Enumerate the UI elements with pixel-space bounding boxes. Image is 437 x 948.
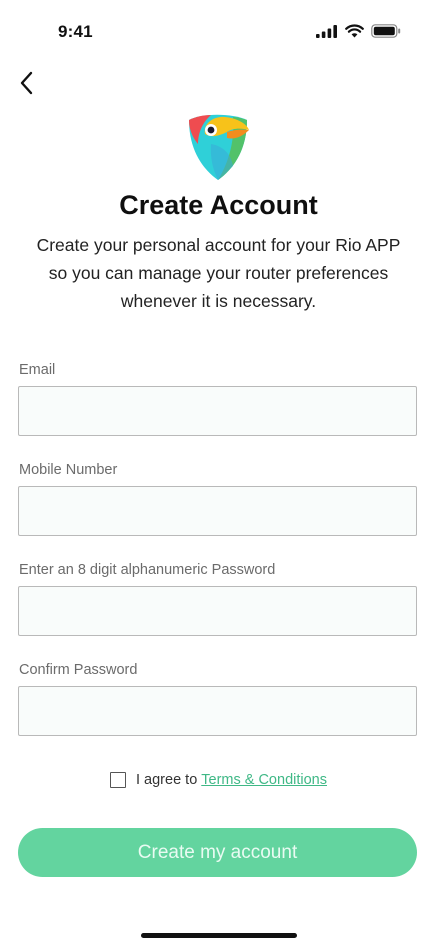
wifi-icon	[345, 24, 364, 43]
signal-icon	[316, 24, 338, 43]
terms-checkbox[interactable]	[110, 772, 126, 788]
confirm-password-label: Confirm Password	[19, 662, 138, 678]
status-icons	[316, 24, 401, 43]
create-account-button[interactable]: Create my account	[18, 828, 417, 877]
terms-link[interactable]: Terms & Conditions	[201, 772, 327, 788]
email-field[interactable]	[18, 386, 417, 436]
status-bar: 9:41	[0, 0, 437, 60]
email-label: Email	[19, 362, 56, 378]
app-logo	[183, 110, 253, 182]
chevron-left-icon	[19, 71, 35, 100]
battery-icon	[371, 24, 401, 43]
home-indicator	[141, 933, 297, 938]
mobile-number-field[interactable]	[18, 486, 417, 536]
back-button[interactable]	[14, 70, 40, 100]
password-label: Enter an 8 digit alphanumeric Password	[19, 562, 276, 578]
terms-agreement-row: I agree to Terms & Conditions	[0, 772, 437, 788]
confirm-password-field[interactable]	[18, 686, 417, 736]
status-time: 9:41	[58, 22, 93, 41]
agree-label: I agree to	[136, 772, 198, 788]
mobile-number-label: Mobile Number	[19, 462, 118, 478]
page-title: Create Account	[119, 190, 318, 220]
password-field[interactable]	[18, 586, 417, 636]
page-subtitle: Create your personal account for your Ri…	[36, 235, 401, 311]
agree-text: I agree to Terms & Conditions	[136, 772, 327, 788]
